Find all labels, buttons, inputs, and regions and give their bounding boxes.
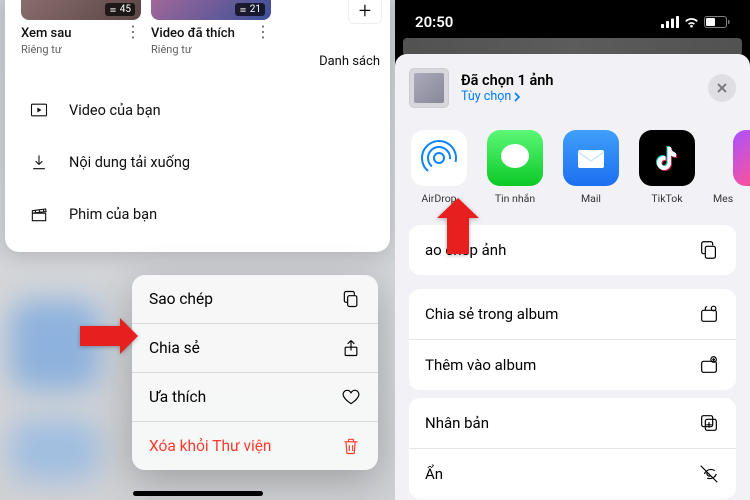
more-icon[interactable]: ⋮ xyxy=(125,24,141,40)
favorite-item[interactable]: Ưa thích xyxy=(132,373,378,422)
share-sheet: Đã chọn 1 ảnh Tùy chọn AirDrop xyxy=(395,54,750,500)
add-playlist-button[interactable]: + xyxy=(348,0,382,24)
messages-icon xyxy=(487,130,543,186)
playlist-privacy: Riêng tư xyxy=(21,43,72,56)
battery-icon xyxy=(704,16,730,28)
selected-thumbnail xyxy=(409,68,449,108)
playlist-count-badge: 45 xyxy=(105,3,135,16)
copy-icon xyxy=(341,289,361,309)
add-to-album-action[interactable]: Thêm vào album xyxy=(409,340,736,390)
menu-label: Video của bạn xyxy=(69,102,161,119)
status-time: 20:50 xyxy=(415,13,453,31)
youtube-library-panel: 45 Xem sau Riêng tư ⋮ 21 xyxy=(5,0,390,252)
messenger-icon xyxy=(733,130,750,186)
ctx-label: Sao chép xyxy=(149,290,213,308)
mail-icon xyxy=(563,130,619,186)
share-app-messages[interactable]: Tin nhắn xyxy=(485,130,545,205)
share-app-airdrop[interactable]: AirDrop xyxy=(409,130,469,205)
downloads-item[interactable]: Nội dung tải xuống xyxy=(5,136,390,188)
wifi-icon xyxy=(683,16,700,28)
status-bar: 20:50 xyxy=(395,0,750,44)
tiktok-icon xyxy=(639,130,695,186)
copy-image-action[interactable]: ao chép ảnh xyxy=(409,225,736,275)
hide-action[interactable]: Ẩn xyxy=(409,449,736,499)
trash-icon xyxy=(341,436,361,456)
home-indicator xyxy=(133,491,263,496)
share-icon xyxy=(341,338,361,358)
share-app-mail[interactable]: Mail xyxy=(561,130,621,205)
share-app-tiktok[interactable]: TikTok xyxy=(637,130,697,205)
share-item[interactable]: Chia sẻ xyxy=(132,324,378,373)
signal-icon xyxy=(661,16,679,28)
playlist-title: Xem sau xyxy=(21,26,72,41)
more-icon[interactable]: ⋮ xyxy=(255,24,271,40)
sheet-title: Đã chọn 1 ảnh xyxy=(461,72,696,89)
close-button[interactable] xyxy=(708,74,736,102)
share-in-album-action[interactable]: Chia sẻ trong album xyxy=(409,289,736,340)
menu-label: Nội dung tải xuống xyxy=(69,154,190,171)
your-videos-item[interactable]: Video của bạn xyxy=(5,84,390,136)
play-square-icon xyxy=(29,100,49,120)
action-label: Nhân bản xyxy=(425,414,489,432)
left-screenshot: 45 Xem sau Riêng tư ⋮ 21 xyxy=(0,0,395,500)
playlist-card[interactable]: 45 Xem sau Riêng tư ⋮ xyxy=(21,0,141,56)
duplicate-action[interactable]: Nhân bản xyxy=(409,398,736,449)
ctx-label: Ưa thích xyxy=(149,388,206,406)
ctx-label: Chia sẻ xyxy=(149,339,200,357)
duplicate-icon xyxy=(698,412,720,434)
download-icon xyxy=(29,152,49,172)
action-label: Chia sẻ trong album xyxy=(425,305,558,323)
album-share-icon xyxy=(698,303,720,325)
hide-icon xyxy=(698,463,720,485)
share-app-messenger[interactable]: Mes xyxy=(713,130,750,205)
heart-icon xyxy=(341,387,361,407)
clapper-icon xyxy=(29,204,49,224)
right-screenshot: 20:50 Đã chọn 1 ảnh Tùy chọn xyxy=(395,0,750,500)
your-movies-item[interactable]: Phim của bạn xyxy=(5,188,390,240)
action-label: ao chép ảnh xyxy=(425,241,506,259)
playlist-privacy: Riêng tư xyxy=(151,43,235,56)
list-link[interactable]: Danh sách xyxy=(319,54,380,69)
delete-item[interactable]: Xóa khỏi Thư viện xyxy=(132,422,378,470)
playlist-card[interactable]: 21 Video đã thích Riêng tư ⋮ xyxy=(151,0,271,56)
copy-item[interactable]: Sao chép xyxy=(132,275,378,324)
copy-icon xyxy=(698,239,720,261)
action-label: Ẩn xyxy=(425,465,443,483)
airdrop-icon xyxy=(411,130,467,186)
ctx-label: Xóa khỏi Thư viện xyxy=(149,437,272,455)
action-label: Thêm vào album xyxy=(425,356,536,374)
album-add-icon xyxy=(698,354,720,376)
playlist-title: Video đã thích xyxy=(151,26,235,41)
options-link[interactable]: Tùy chọn xyxy=(461,89,696,104)
playlist-count-badge: 21 xyxy=(235,3,265,16)
menu-label: Phim của bạn xyxy=(69,206,157,223)
close-icon xyxy=(716,82,728,94)
context-menu: Sao chép Chia sẻ Ưa thích Xóa khỏi Thư v… xyxy=(132,275,378,470)
